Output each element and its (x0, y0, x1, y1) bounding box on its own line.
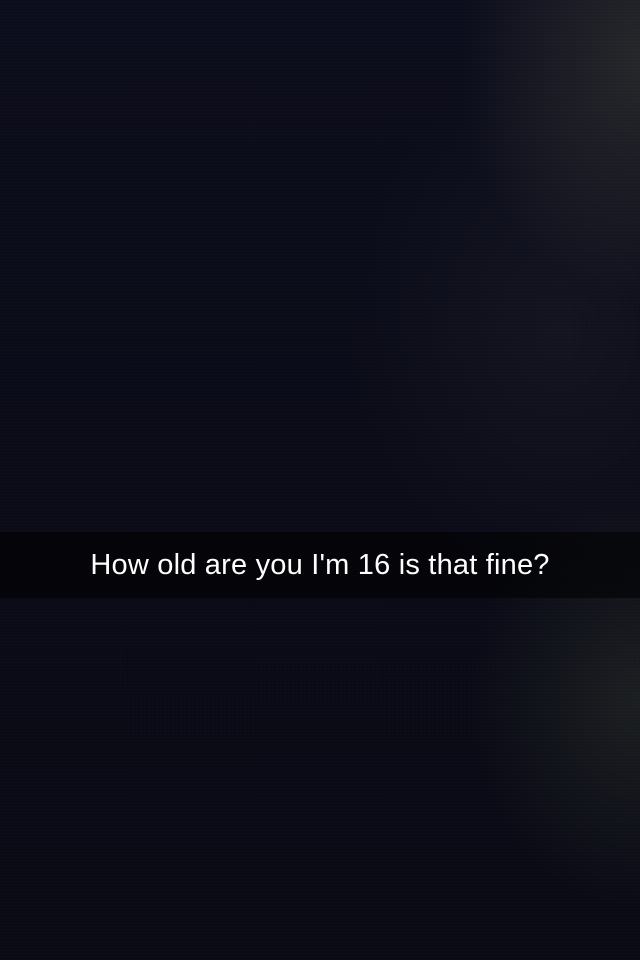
snap-photo[interactable]: How old are you I'm 16 is that fine? (0, 0, 640, 960)
photo-grain (0, 0, 640, 960)
caption-bar: How old are you I'm 16 is that fine? (0, 532, 640, 598)
caption-text: How old are you I'm 16 is that fine? (90, 548, 550, 581)
